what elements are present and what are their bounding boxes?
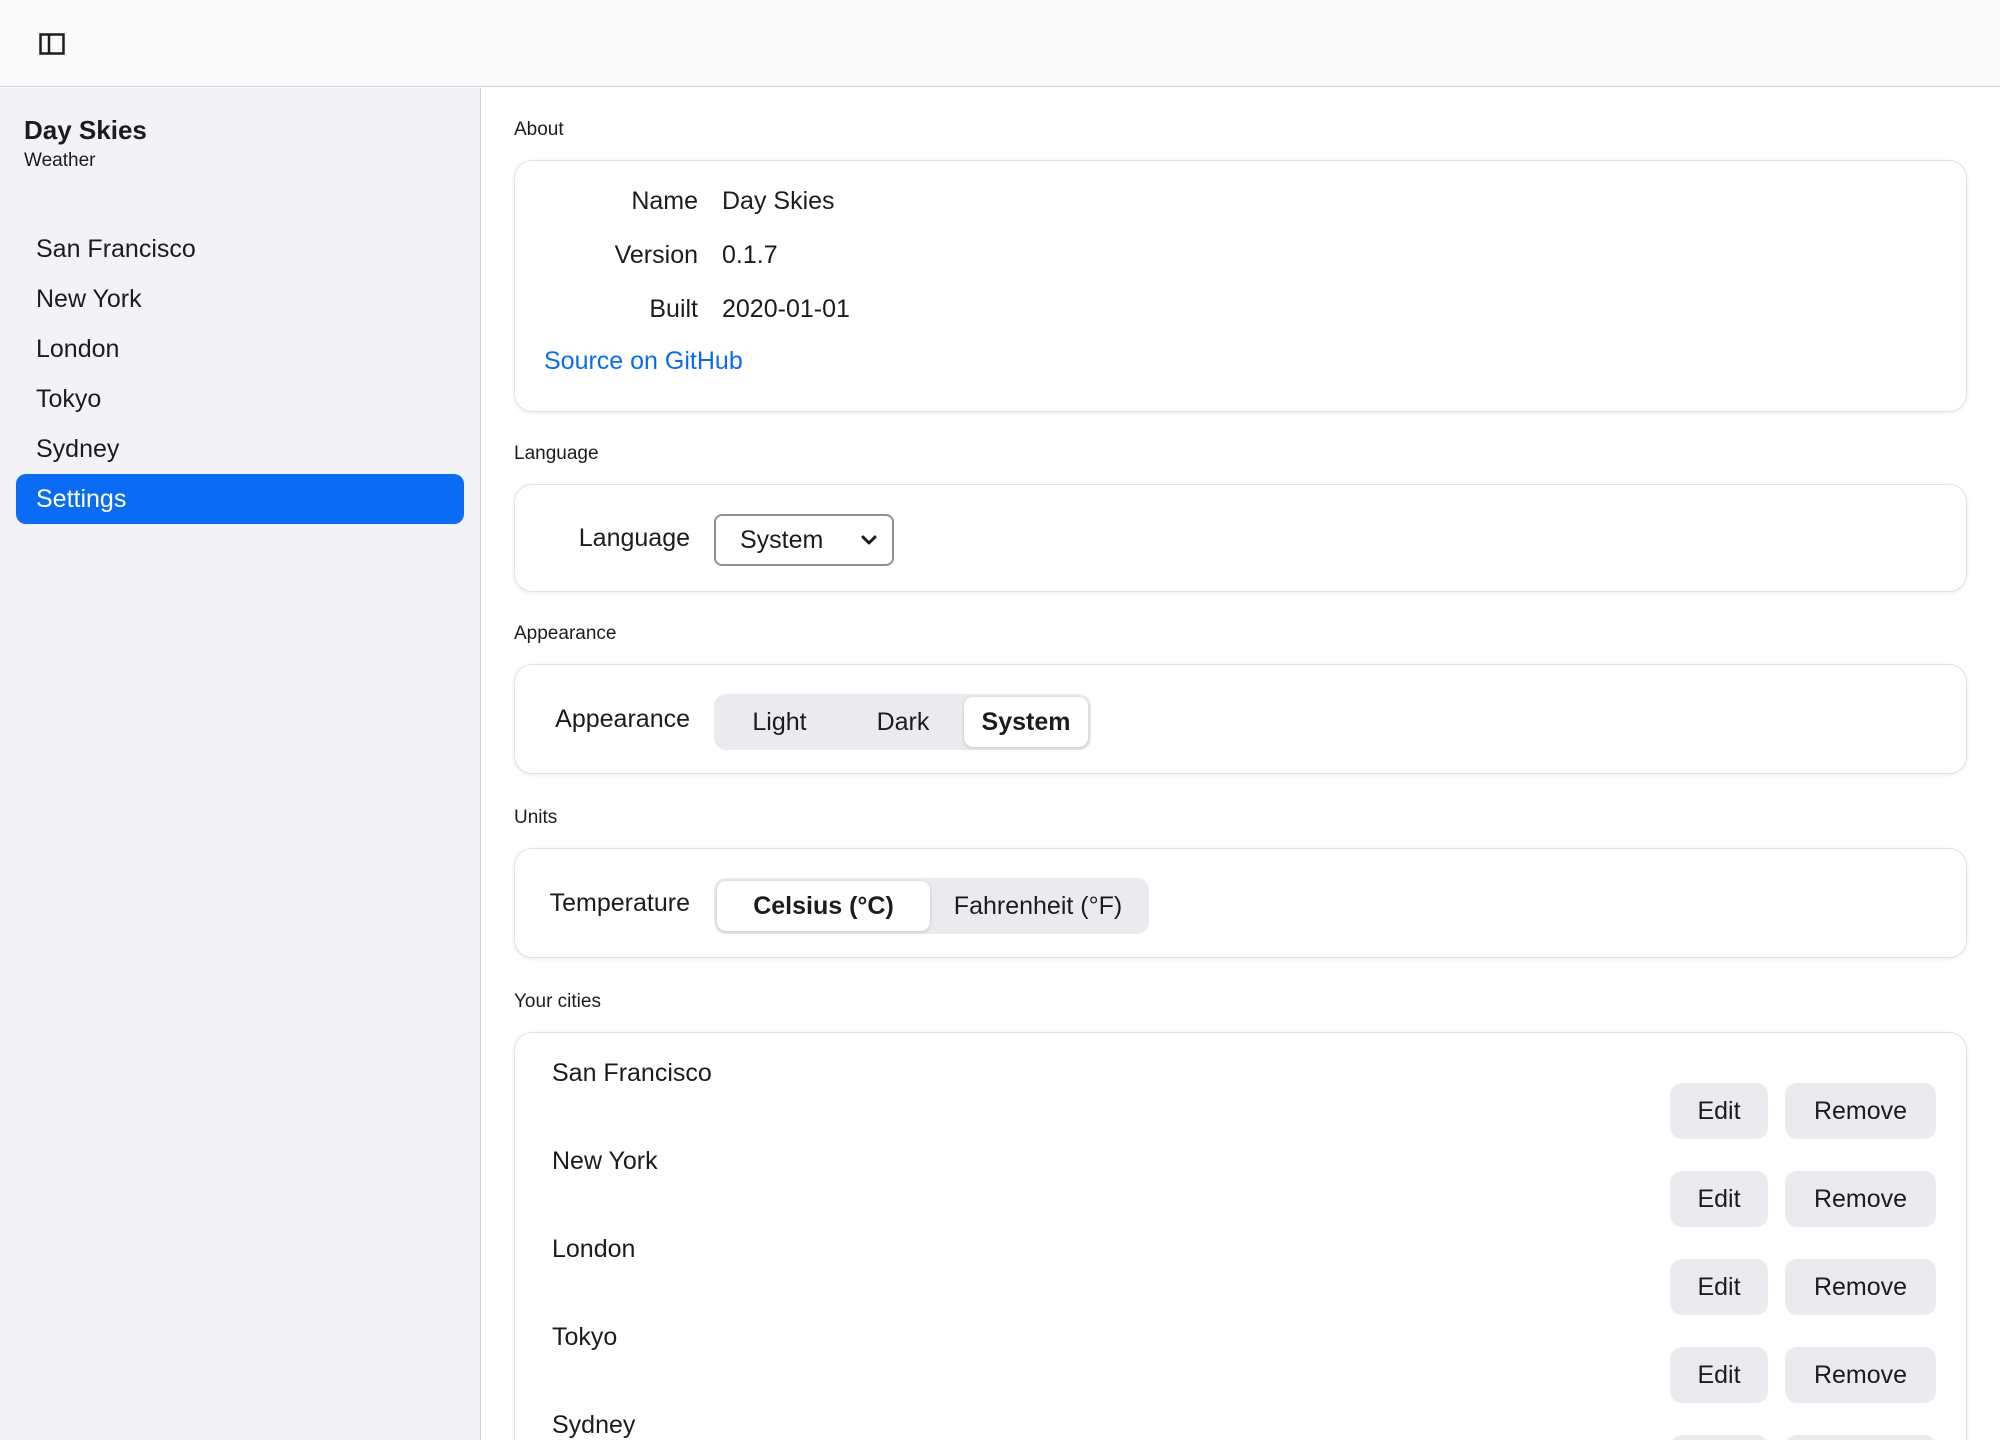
- about-key: Name: [631, 186, 698, 215]
- appearance-section-label: Appearance: [514, 623, 617, 644]
- app-name: Day Skies: [24, 115, 147, 145]
- language-card: Language System: [514, 484, 1967, 592]
- city-name: New York: [552, 1147, 658, 1175]
- settings-content: About Name Day Skies Version 0.1.7 Built…: [482, 88, 2000, 1440]
- cities-card: San Francisco Edit Remove New York Edit …: [514, 1032, 1967, 1440]
- top-toolbar: [0, 0, 2000, 87]
- app-brand: Day Skies Weather: [24, 114, 147, 174]
- temperature-segmented-control: Celsius (°C) Fahrenheit (°F): [714, 878, 1149, 934]
- city-name: London: [552, 1235, 636, 1263]
- about-value: 2020-01-01: [722, 294, 850, 323]
- app-subtitle: Weather: [24, 150, 96, 171]
- about-value: 0.1.7: [722, 240, 778, 269]
- about-row-version: Version 0.1.7: [515, 235, 1966, 275]
- language-section-label: Language: [514, 443, 599, 464]
- chevron-down-icon: [861, 535, 877, 545]
- sidebar-item-new-york[interactable]: New York: [16, 274, 464, 324]
- sidebar-toggle-button[interactable]: [30, 26, 74, 62]
- city-name: San Francisco: [552, 1059, 712, 1087]
- sidebar-item-london[interactable]: London: [16, 324, 464, 374]
- sidebar-item-settings[interactable]: Settings: [16, 474, 464, 524]
- about-section-label: About: [514, 119, 564, 140]
- sidebar-item-tokyo[interactable]: Tokyo: [16, 374, 464, 424]
- temperature-option-celsius[interactable]: Celsius (°C): [717, 881, 930, 931]
- sidebar-item-sydney[interactable]: Sydney: [16, 424, 464, 474]
- appearance-option-dark[interactable]: Dark: [842, 697, 964, 747]
- city-name: Sydney: [552, 1411, 636, 1439]
- units-section-label: Units: [514, 807, 558, 828]
- appearance-segmented-control: Light Dark System: [714, 694, 1091, 750]
- about-row-built: Built 2020-01-01: [515, 289, 1966, 329]
- appearance-card: Appearance Light Dark System: [514, 664, 1967, 774]
- city-name: Tokyo: [552, 1323, 618, 1351]
- cities-section-label: Your cities: [514, 991, 601, 1012]
- about-key: Version: [614, 240, 698, 269]
- about-row-name: Name Day Skies: [515, 181, 1966, 221]
- language-field-label: Language: [578, 524, 690, 552]
- city-row: Tokyo Edit Remove: [515, 1303, 1966, 1403]
- sidebar-item-san-francisco[interactable]: San Francisco: [16, 224, 464, 274]
- sidebar-nav: San Francisco New York London Tokyo Sydn…: [16, 224, 464, 524]
- remove-city-button[interactable]: Remove: [1785, 1435, 1936, 1440]
- edit-city-button[interactable]: Edit: [1670, 1435, 1768, 1440]
- language-select-value: System: [740, 525, 824, 554]
- city-row: San Francisco Edit Remove: [515, 1039, 1966, 1139]
- appearance-option-system[interactable]: System: [964, 697, 1088, 747]
- appearance-field-label: Appearance: [555, 705, 690, 733]
- sidebar-toggle-icon: [39, 33, 65, 55]
- about-key: Built: [649, 294, 698, 323]
- city-row: Sydney Edit Remove: [515, 1391, 1966, 1440]
- temperature-option-fahrenheit[interactable]: Fahrenheit (°F): [930, 881, 1146, 931]
- language-select[interactable]: System: [714, 514, 894, 566]
- about-value: Day Skies: [722, 186, 835, 215]
- source-github-link[interactable]: Source on GitHub: [544, 347, 743, 376]
- city-row: London Edit Remove: [515, 1215, 1966, 1315]
- city-row: New York Edit Remove: [515, 1127, 1966, 1227]
- sidebar: Day Skies Weather San Francisco New York…: [0, 88, 481, 1440]
- appearance-option-light[interactable]: Light: [717, 697, 842, 747]
- about-card: Name Day Skies Version 0.1.7 Built 2020-…: [514, 160, 1967, 412]
- units-card: Temperature Celsius (°C) Fahrenheit (°F): [514, 848, 1967, 958]
- temperature-field-label: Temperature: [549, 889, 690, 917]
